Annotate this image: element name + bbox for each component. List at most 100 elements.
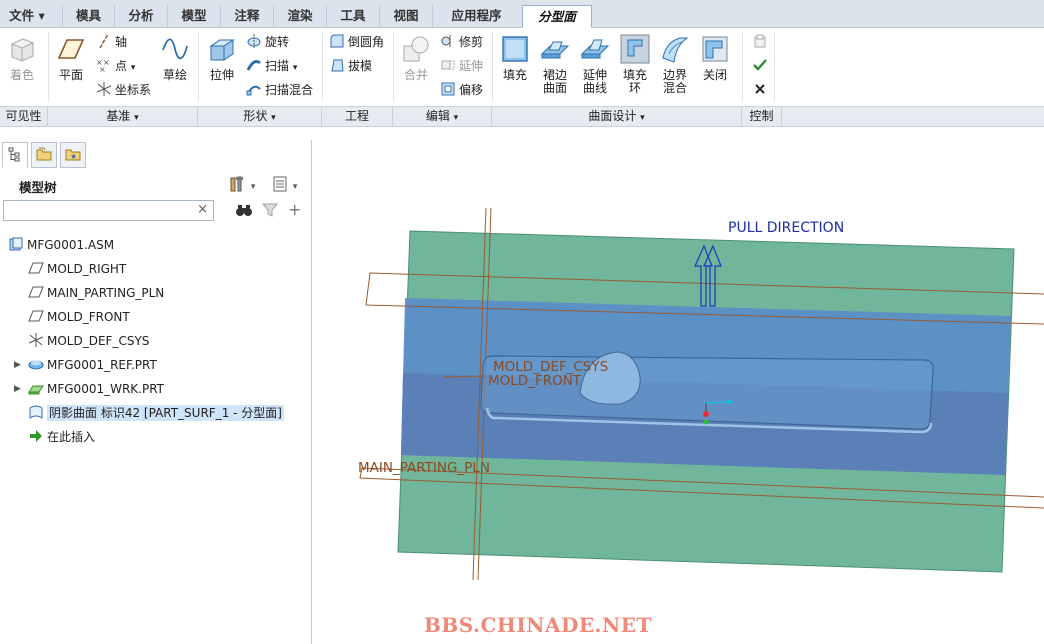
axis-icon (99, 33, 109, 49)
group-separator (492, 32, 493, 102)
fill-button[interactable]: 填充 (495, 34, 535, 82)
csys-button[interactable]: 坐标系 (96, 80, 151, 100)
datum-plane-icon (28, 286, 44, 298)
group-editing[interactable]: 编辑 ▾ (393, 107, 492, 126)
close-surface-button[interactable]: 关闭 (695, 34, 735, 82)
tab-render[interactable]: 渲染 (273, 5, 326, 27)
group-separator (742, 32, 743, 102)
tree-item-assembly[interactable]: MFG0001.ASM (8, 234, 114, 256)
boundary-blend-icon (662, 37, 689, 63)
insert-arrow-icon (30, 430, 42, 442)
group-shapes[interactable]: 形状 ▾ (198, 107, 322, 126)
chevron-down-icon: ▾ (292, 182, 298, 192)
group-datum[interactable]: 基准 ▾ (48, 107, 198, 126)
tab-view[interactable]: 视图 (379, 5, 432, 27)
boundary-blend-button[interactable]: 边界 混合 (655, 34, 695, 95)
group-visibility: 可见性 (0, 107, 48, 126)
surface-icon (29, 405, 43, 419)
tab-applications[interactable]: 应用程序 (432, 5, 520, 27)
tab-parting-surface[interactable]: 分型面 (522, 5, 592, 28)
graphics-window[interactable]: PULL DIRECTION MOLD_DEF_CSYS MOLD_FRONT … (312, 140, 1044, 644)
tree-item-insert-here[interactable]: 在此插入 (28, 426, 95, 448)
pause-button[interactable] (752, 32, 771, 52)
round-button[interactable]: 倒圆角 (329, 32, 384, 52)
fill-icon (502, 36, 528, 62)
shade-button[interactable]: 着色 (2, 34, 42, 82)
tree-item-main-parting-pln[interactable]: MAIN_PARTING_PLN (28, 282, 164, 304)
tab-analysis[interactable]: 分析 (114, 5, 167, 27)
clear-search-icon[interactable]: × (197, 202, 208, 217)
svg-text:★: ★ (70, 152, 77, 161)
trim-button[interactable]: 修剪 (440, 32, 483, 52)
tab-annotate[interactable]: 注释 (220, 5, 273, 27)
add-column-icon[interactable]: + (288, 200, 301, 219)
pause-icon (754, 34, 766, 48)
chevron-down-icon: ▾ (453, 113, 459, 123)
plane-button[interactable]: 平面 (51, 34, 91, 82)
extrude-icon (209, 39, 235, 61)
tree-settings-button[interactable]: ▾ (229, 175, 255, 196)
tab-folder-browser[interactable] (31, 142, 57, 168)
main-parting-pln-label: MAIN_PARTING_PLN (358, 460, 490, 476)
revolve-button[interactable]: 旋转 (246, 32, 289, 52)
svg-text:×: × (99, 65, 106, 73)
round-icon (330, 34, 344, 48)
expand-arrow-icon[interactable]: ▶ (14, 354, 21, 376)
offset-button[interactable]: 偏移 (440, 80, 483, 100)
group-separator (393, 32, 394, 102)
filter-icon (261, 203, 279, 217)
watermark-text: BBS.CHINADE.NET (424, 613, 652, 637)
csys-icon (28, 333, 44, 347)
tree-show-button[interactable]: ▾ (271, 175, 297, 196)
extend-curve-button[interactable]: 延伸 曲线 (575, 34, 615, 95)
revolve-icon (247, 34, 261, 48)
merge-button[interactable]: 合并 (396, 34, 436, 82)
tree-item-mold-right[interactable]: MOLD_RIGHT (28, 258, 126, 280)
tree-item-mold-def-csys[interactable]: MOLD_DEF_CSYS (28, 330, 149, 352)
sketch-button[interactable]: 草绘 (155, 34, 195, 82)
expand-arrow-icon[interactable]: ▶ (14, 378, 21, 400)
tab-model[interactable]: 模型 (167, 5, 220, 27)
ok-button[interactable] (752, 56, 771, 76)
file-menu[interactable]: 文件 ▾ (2, 5, 52, 27)
part-icon (28, 360, 44, 370)
tree-item-ref-part[interactable]: ▶ MFG0001_REF.PRT (0, 354, 157, 376)
list-icon (273, 176, 287, 192)
search-input[interactable] (4, 201, 194, 220)
chevron-down-icon: ▾ (271, 113, 276, 123)
model-tree-title: 模型树 (19, 180, 57, 195)
tab-favorites[interactable]: ★ (60, 142, 86, 168)
extend-button[interactable]: 延伸 (440, 56, 483, 76)
tree-item-parting-surface[interactable]: 阴影曲面 标识42 [PART_SURF_1 - 分型面] (28, 402, 284, 424)
model-tree-search[interactable]: × (3, 200, 214, 221)
axis-button[interactable]: 轴 (96, 32, 127, 52)
csys-icon (96, 82, 112, 96)
filter-button[interactable] (261, 202, 279, 221)
tab-model-tree[interactable] (2, 142, 28, 168)
group-separator (774, 32, 775, 102)
checkmark-icon (753, 59, 767, 71)
chevron-down-icon: ▾ (292, 63, 298, 73)
extrude-button[interactable]: 拉伸 (202, 34, 242, 82)
fill-ring-button[interactable]: 填充环 (615, 34, 655, 95)
model-graphics: PULL DIRECTION MOLD_DEF_CSYS MOLD_FRONT … (358, 207, 1044, 581)
tab-tools[interactable]: 工具 (326, 5, 379, 27)
tab-mold[interactable]: 模具 (62, 5, 114, 27)
extend-curve-icon (580, 39, 610, 59)
model-tree-icon (8, 147, 20, 162)
skirt-surface-button[interactable]: 裙边 曲面 (535, 34, 575, 95)
tree-item-wrk-part[interactable]: ▶ MFG0001_WRK.PRT (0, 378, 164, 400)
draft-icon (331, 59, 344, 72)
sweep-button[interactable]: 扫描 ▾ (246, 56, 297, 76)
group-separator (48, 32, 49, 102)
group-surface-design[interactable]: 曲面设计 ▾ (492, 107, 742, 126)
find-button[interactable] (235, 202, 253, 221)
extend-icon (441, 60, 455, 70)
cancel-button[interactable] (752, 80, 771, 100)
swept-blend-button[interactable]: 扫描混合 (246, 80, 313, 100)
point-button[interactable]: × × × 点 ▾ (96, 56, 135, 76)
tree-item-mold-front[interactable]: MOLD_FRONT (28, 306, 130, 328)
mold-front-label: MOLD_FRONT (488, 373, 582, 389)
draft-button[interactable]: 拔模 (329, 56, 372, 76)
ribbon: 着色 平面 轴 × × × 点 ▾ 坐标系 草绘 拉伸 旋转 扫描 ▾ 扫描混合 倒圆… (0, 28, 1044, 106)
